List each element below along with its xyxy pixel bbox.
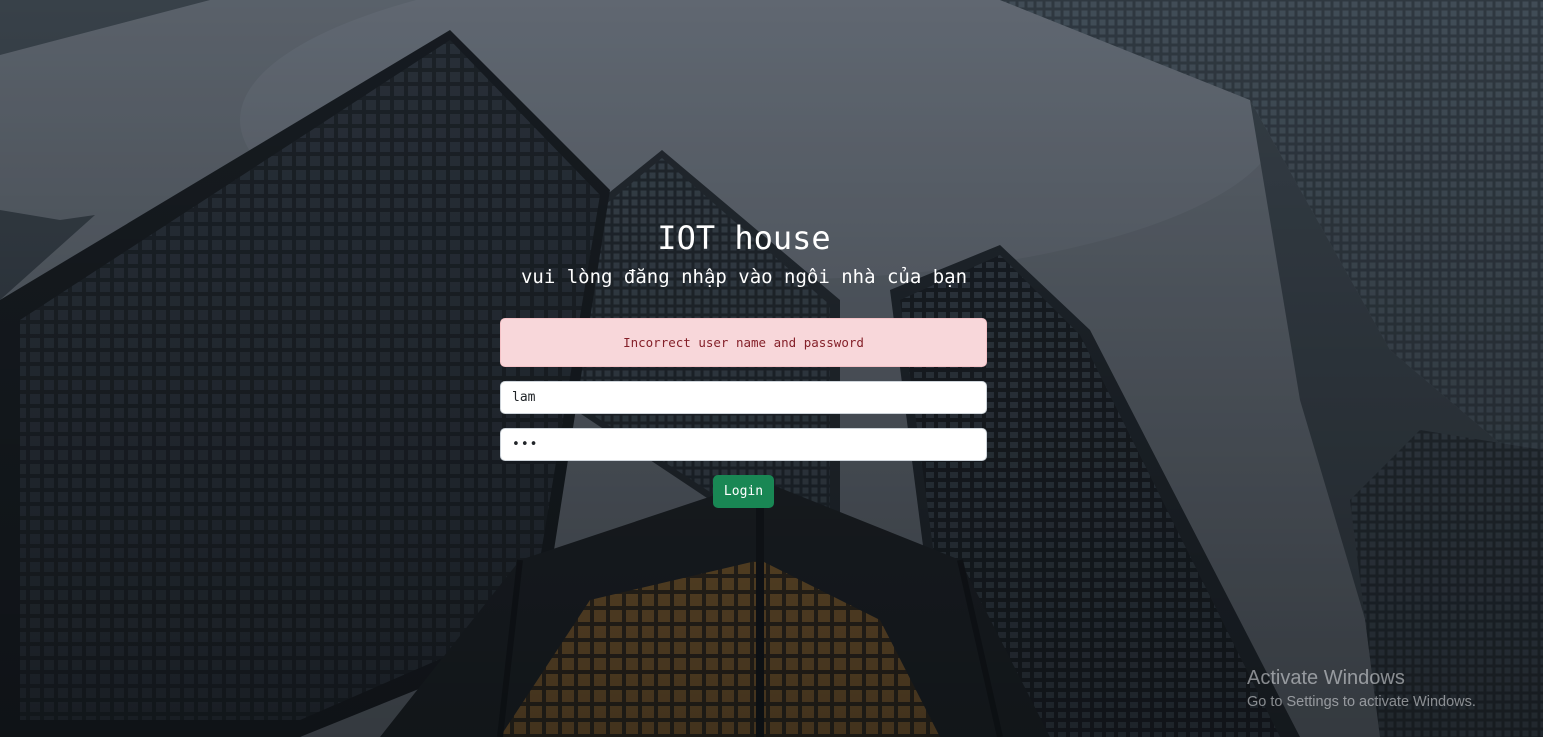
watermark-subtitle: Go to Settings to activate Windows. xyxy=(1247,694,1476,710)
username-input[interactable] xyxy=(500,381,987,414)
login-page: IOT house vui lòng đăng nhập vào ngôi nh… xyxy=(0,0,1543,737)
error-alert: Incorrect user name and password xyxy=(500,318,987,367)
login-form-container: IOT house vui lòng đăng nhập vào ngôi nh… xyxy=(0,0,1543,737)
page-subtitle: vui lòng đăng nhập vào ngôi nhà của bạn xyxy=(520,266,968,288)
password-input[interactable] xyxy=(500,428,987,461)
page-title: IOT house xyxy=(657,219,831,257)
watermark-title: Activate Windows xyxy=(1247,667,1405,689)
activate-windows-watermark: Activate Windows Go to Settings to activ… xyxy=(1247,666,1476,712)
login-button[interactable]: Login xyxy=(713,475,774,508)
